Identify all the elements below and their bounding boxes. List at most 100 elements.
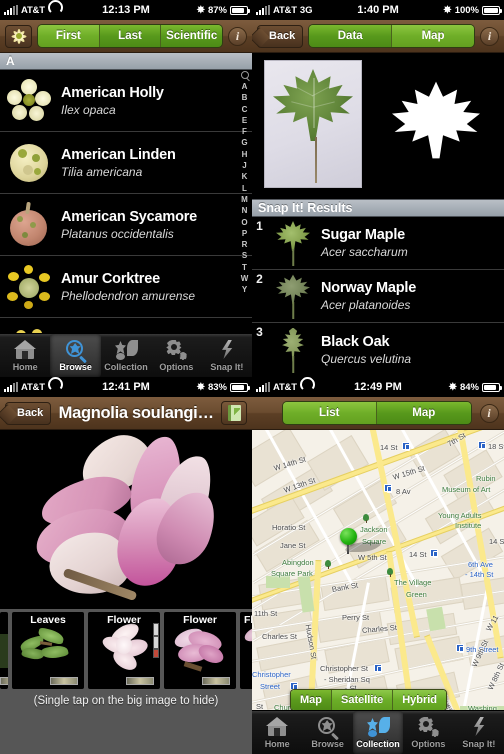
detail-body[interactable]: Leaves Flower Flower F (Single tap on th… <box>0 430 252 754</box>
segment-satellite-type[interactable]: Satellite <box>332 690 394 710</box>
phone-panel-snap-results: AT&T 3G 1:40 PM ✸ 100% Back Data Map i S… <box>252 0 504 377</box>
result-item[interactable]: 2 Norway Maple Acer platanoides <box>252 270 504 323</box>
segment-scientific[interactable]: Scientific <box>161 25 222 47</box>
list-item[interactable]: Flower <box>88 612 160 689</box>
thumbnail-partial[interactable] <box>0 612 8 689</box>
list-item[interactable]: Flower <box>164 612 236 689</box>
list-item[interactable]: American Holly Ilex opaca <box>0 70 252 132</box>
map-label: 6th Ave <box>468 560 493 569</box>
map-label: Perry St <box>342 613 370 622</box>
list-item[interactable]: American Sycamore Platanus occidentalis <box>0 194 252 256</box>
tab-bar[interactable]: Home Browse Collection Options Snap It! <box>0 333 252 377</box>
common-name: Norway Maple <box>321 280 417 296</box>
index-letter[interactable]: N <box>242 205 248 216</box>
index-letter[interactable]: T <box>242 262 247 273</box>
field-guide-button[interactable] <box>221 401 247 425</box>
scientific-name: Quercus velutina <box>321 351 412 366</box>
segment-hybrid-type[interactable]: Hybrid <box>393 690 447 710</box>
scientific-name: Platanus occidentalis <box>61 226 174 241</box>
result-text: Norway Maple Acer platanoides <box>321 280 498 312</box>
segment-map[interactable]: Map <box>377 402 471 424</box>
scroll-position-indicator[interactable] <box>152 623 159 665</box>
segment-data[interactable]: Data <box>309 25 393 47</box>
index-letter[interactable]: W <box>241 273 249 284</box>
carrier-label: AT&T <box>21 381 45 393</box>
norway-maple-leaf-thumb <box>271 272 315 320</box>
map-label: Horatio St <box>272 523 306 532</box>
holly-flower-thumb <box>6 77 52 124</box>
index-letter[interactable]: Y <box>242 284 247 295</box>
index-letter[interactable]: F <box>242 126 247 137</box>
nav-bar: Back Magnolia soulangi… <box>0 397 252 430</box>
list-item[interactable]: Amur Corktree Phellodendron amurense <box>0 256 252 318</box>
app-logo-button[interactable] <box>5 24 32 48</box>
tab-browse[interactable]: Browse <box>302 711 352 754</box>
segment-map-type[interactable]: Map <box>291 690 332 710</box>
info-button[interactable]: i <box>228 26 247 46</box>
leaves-collection-icon <box>114 339 139 361</box>
list-map-segmented-control[interactable]: List Map <box>281 401 472 425</box>
back-button[interactable]: Back <box>5 401 52 425</box>
species-list[interactable]: American Holly Ilex opaca American Linde… <box>0 70 252 336</box>
back-button[interactable]: Back <box>257 24 304 48</box>
bluetooth-icon: ✸ <box>448 381 457 393</box>
tab-bar[interactable] <box>0 710 252 754</box>
index-letter[interactable]: L <box>242 183 247 194</box>
wifi-icon <box>48 383 59 392</box>
maple-leaf-photo[interactable] <box>264 60 362 188</box>
tab-home[interactable]: Home <box>0 334 50 377</box>
index-letter[interactable]: K <box>242 171 248 182</box>
tab-collection[interactable]: Collection <box>101 334 151 377</box>
info-button[interactable]: i <box>479 403 499 423</box>
index-letter[interactable]: B <box>242 92 248 103</box>
segment-last[interactable]: Last <box>99 25 162 47</box>
phone-panel-collection-map: AT&T 12:49 PM ✸ 84% List Map i W 14th St… <box>252 377 504 754</box>
tab-bar[interactable]: Home Browse Collection Options Snap It! <box>252 710 504 754</box>
index-letter[interactable]: M <box>241 194 248 205</box>
index-letter[interactable]: E <box>242 115 247 126</box>
alphabet-index[interactable]: A B C E F G H J K L M N O P R S T W Y <box>237 70 252 336</box>
field-guide-book-icon <box>227 405 241 421</box>
common-name: Sugar Maple <box>321 227 406 243</box>
page-title: Magnolia soulangi… <box>58 403 214 422</box>
tab-home[interactable]: Home <box>252 711 302 754</box>
battery-percent-label: 84% <box>459 381 479 393</box>
tab-browse[interactable]: Browse <box>50 334 101 377</box>
sort-segmented-control[interactable]: First Last Scientific <box>37 24 223 48</box>
index-letter[interactable]: P <box>242 228 247 239</box>
map-type-segmented-control[interactable]: Map Satellite Hybrid <box>290 689 448 711</box>
segment-first[interactable]: First <box>38 25 100 47</box>
tab-options[interactable]: Options <box>403 711 453 754</box>
index-letter[interactable]: O <box>241 217 247 228</box>
tab-options[interactable]: Options <box>151 334 201 377</box>
segment-map[interactable]: Map <box>392 25 475 47</box>
tree-icon <box>386 568 394 577</box>
list-item[interactable]: American Linden Tilia americana <box>0 132 252 194</box>
result-item[interactable]: 1 Sugar Maple Acer saccharum <box>252 217 504 270</box>
index-letter[interactable]: C <box>242 104 248 115</box>
tab-snap-it[interactable]: Snap It! <box>202 334 252 377</box>
segment-list[interactable]: List <box>282 402 377 424</box>
index-letter[interactable]: R <box>242 239 248 250</box>
search-icon[interactable] <box>240 71 249 79</box>
tab-collection[interactable]: Collection <box>352 711 404 754</box>
data-map-segmented-control[interactable]: Data Map <box>308 24 475 48</box>
index-letter[interactable]: S <box>242 250 247 261</box>
status-bar: AT&T 12:41 PM ✸ 83% <box>0 377 252 397</box>
tab-snap-it[interactable]: Snap It! <box>454 711 504 754</box>
index-letter[interactable]: G <box>241 137 247 148</box>
thumbnail-strip[interactable]: Leaves Flower Flower F <box>0 609 252 692</box>
lightning-bolt-icon <box>467 716 491 738</box>
index-letter[interactable]: J <box>242 160 246 171</box>
list-item[interactable]: Flower <box>240 612 252 689</box>
list-item[interactable]: Leaves <box>12 612 84 689</box>
green-location-pin[interactable] <box>340 528 357 554</box>
snap-preview-area[interactable] <box>252 53 504 199</box>
index-letter[interactable]: H <box>242 149 248 160</box>
info-button[interactable]: i <box>480 26 499 46</box>
result-item[interactable]: 3 Black Oak Quercus velutina <box>252 323 504 376</box>
status-left: AT&T <box>4 4 59 16</box>
index-letter[interactable]: A <box>242 81 248 92</box>
map-view[interactable]: W 14th St W 13th St 14 St W 15th St 7th St 18… <box>252 430 504 754</box>
phone-panel-browse-list: AT&T 12:13 PM ✸ 87% First Last Scientifi… <box>0 0 252 377</box>
